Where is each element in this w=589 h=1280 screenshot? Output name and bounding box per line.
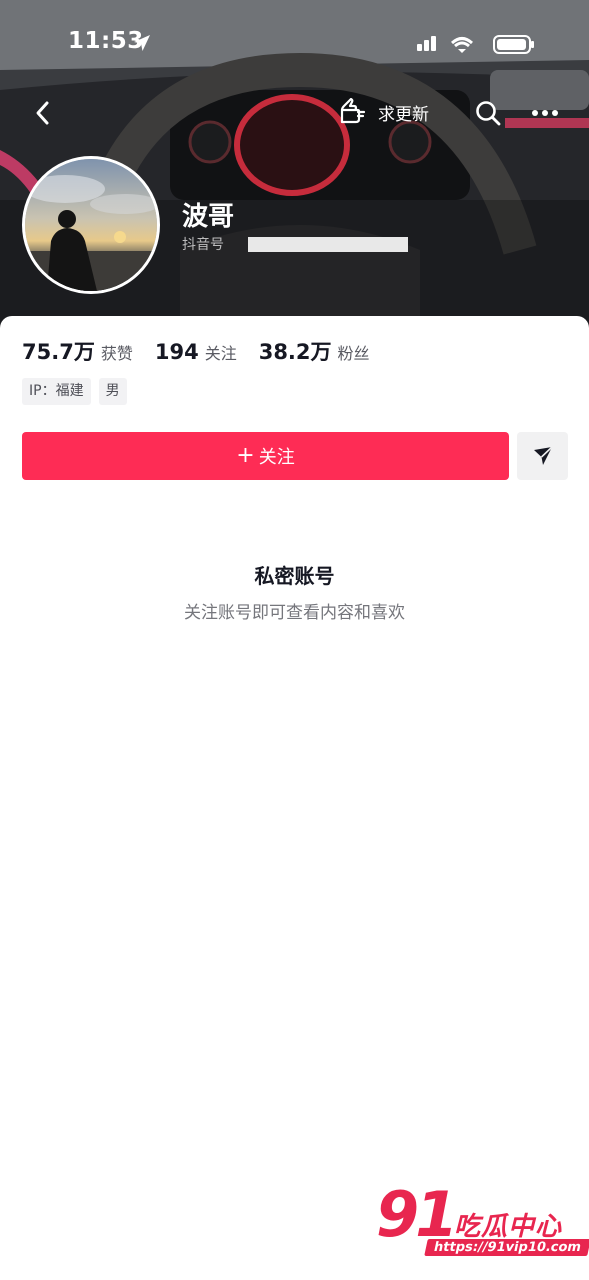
search-icon[interactable] xyxy=(474,99,502,127)
watermark-logo: 91 吃瓜中心 https://91vip10.com xyxy=(376,1178,589,1264)
plus-icon: + xyxy=(236,443,255,468)
stat-value: 194 xyxy=(154,340,199,364)
follow-button[interactable]: + 关注 xyxy=(22,432,509,480)
avatar-image xyxy=(25,159,157,291)
pointing-hand-icon xyxy=(340,98,366,124)
stat-value: 75.7万 xyxy=(22,340,95,364)
profile-id-label: 抖音号 xyxy=(182,237,224,253)
stat-label: 关注 xyxy=(204,344,237,363)
more-icon[interactable] xyxy=(530,103,560,123)
back-icon[interactable] xyxy=(30,98,56,128)
watermark-number: 91 xyxy=(376,1178,458,1251)
watermark-url: https://91vip10.com xyxy=(424,1239,589,1256)
profile-id: 抖音号 xyxy=(182,234,408,254)
profile-id-redacted xyxy=(248,236,408,252)
stat-label: 获赞 xyxy=(100,344,133,363)
request-update-label: 求更新 xyxy=(378,104,429,125)
profile-cover: 11:53 求更新 波哥 抖音号 xyxy=(0,0,589,340)
stat-followers[interactable]: 38.2万 粉丝 xyxy=(259,336,370,366)
status-bar: 11:53 xyxy=(0,0,589,80)
avatar[interactable] xyxy=(22,156,160,294)
profile-name: 波哥 xyxy=(182,202,235,232)
profile-tags: IP：福建 男 xyxy=(22,378,135,405)
request-update-button[interactable]: 求更新 xyxy=(338,96,429,128)
profile-stats: 75.7万 获赞 194 关注 38.2万 粉丝 xyxy=(22,336,392,366)
profile-content-card: 75.7万 获赞 194 关注 38.2万 粉丝 IP：福建 男 + 关注 私密… xyxy=(0,316,589,1280)
follow-button-label: 关注 xyxy=(258,447,295,468)
stat-value: 38.2万 xyxy=(258,340,332,364)
tag-gender: 男 xyxy=(98,378,127,405)
share-button[interactable] xyxy=(517,432,568,480)
stat-label: 粉丝 xyxy=(337,344,370,363)
private-account-title: 私密账号 xyxy=(254,564,335,588)
send-icon xyxy=(533,446,553,465)
stat-likes: 75.7万 获赞 xyxy=(22,336,133,366)
watermark-text: 吃瓜中心 xyxy=(454,1212,563,1242)
tag-ip-location: IP：福建 xyxy=(22,378,91,405)
status-indicators-icon xyxy=(417,35,534,54)
private-account-subtitle: 关注账号即可查看内容和喜欢 xyxy=(184,603,405,623)
stat-following[interactable]: 194 关注 xyxy=(155,340,237,364)
location-arrow-icon xyxy=(134,35,150,51)
